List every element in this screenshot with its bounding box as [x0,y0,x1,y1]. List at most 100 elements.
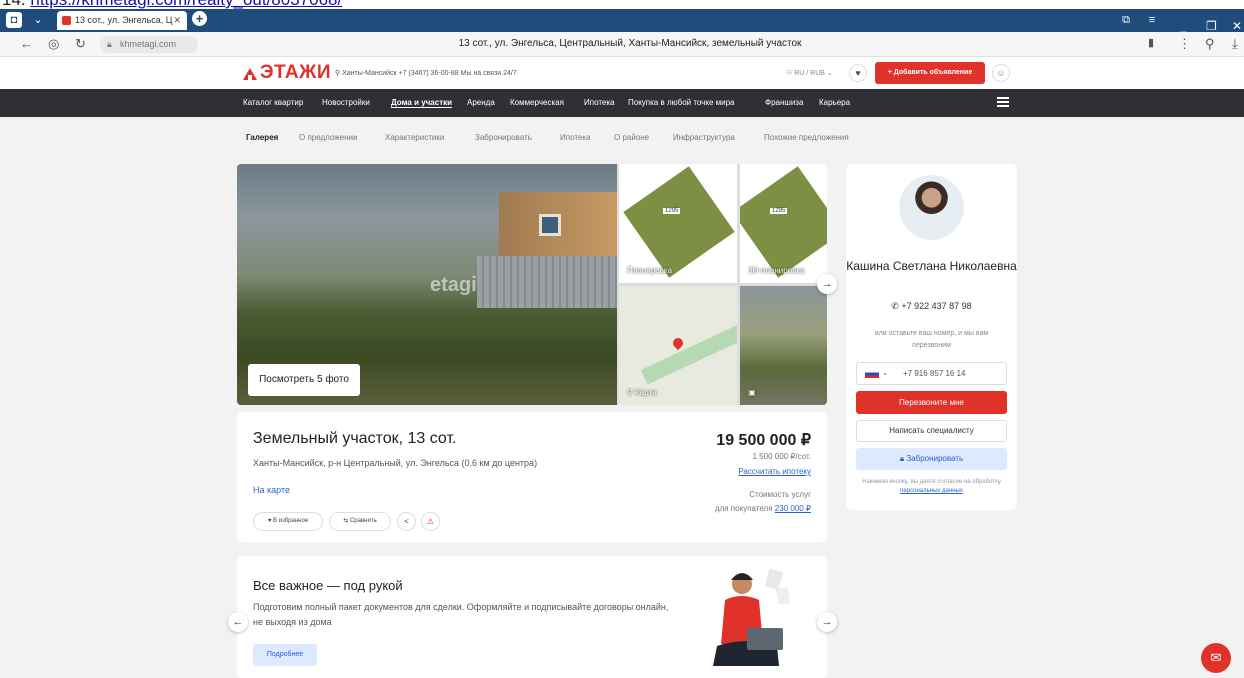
url-input[interactable]: 🔒︎ khmetagi.com [100,36,198,53]
browser-tab[interactable]: 13 сот., ул. Энгельса, Ц ✕ [57,11,187,30]
write-specialist-button[interactable]: Написать специалисту [856,420,1007,442]
promo-card: Все важное — под рукой Подготовим полный… [237,556,827,678]
logo-text[interactable]: ЭТАЖИ [260,62,331,84]
subnav-district[interactable]: О районе [614,133,649,142]
nav-franchise[interactable]: Франшиза [765,98,803,107]
collections-icon[interactable]: ⧉ [1118,12,1134,28]
subnav-about[interactable]: О предложении [299,133,357,142]
new-tab-button[interactable]: + [192,11,207,26]
more-icon[interactable]: ⋮ [1178,36,1191,52]
back-icon[interactable]: ← [20,36,33,51]
promo-more-button[interactable]: Подробнее [253,644,317,666]
listing-address: Ханты-Мансийск, р-н Центральный, ул. Энг… [253,458,538,468]
photo-gallery: etagi Посмотреть 5 фото 1295 Планировка … [237,164,827,405]
profile-icon[interactable]: ◘ [6,12,22,28]
person-laptop-illustration [713,568,791,666]
promo-next-button[interactable]: → [817,612,837,632]
phone-input[interactable]: ⌄ +7 916 857 16 14 [856,362,1007,385]
subnav-similar[interactable]: Похожие предложения [764,133,849,142]
promo-prev-button[interactable]: ← [228,612,248,632]
nav-career[interactable]: Карьера [819,98,850,107]
section-nav: Галерея О предложении Характеристики Заб… [0,117,1244,159]
favorite-button[interactable]: ♥ В избранное [253,512,323,531]
header-contacts: ⚲ Ханты-Мансийск +7 (3467) 36-00-88 Мы н… [335,70,517,77]
nav-houses[interactable]: Дома и участки [391,98,453,108]
service-cost-label: Стоимость услуг [749,490,811,499]
promo-title: Все важное — под рукой [253,578,403,593]
plot-shape [740,166,827,278]
chat-icon[interactable]: ✉ [1201,643,1231,673]
bookmark-icon[interactable]: ▮ [1148,36,1154,49]
plot-shape [623,166,735,278]
menu-icon[interactable]: ≡ [1144,12,1160,28]
book-button[interactable]: 🔒︎ Забронировать [856,448,1007,470]
photo-icon: ▣ [748,388,756,397]
thumb-map-label: ⚲ Карта [627,388,657,397]
nav-rent[interactable]: Аренда [467,98,495,107]
subnav-infrastructure[interactable]: Инфраструктура [673,133,735,142]
compare-button[interactable]: ⇆ Сравнить [329,512,391,531]
nav-worldwide[interactable]: Покупка в любой точке мира [628,98,734,107]
logo-icon[interactable] [243,66,257,80]
service-cost-value[interactable]: 230 000 ₽ [775,504,811,513]
extensions-icon[interactable]: ⚲ [1205,36,1215,52]
share-icon[interactable]: < [397,512,416,531]
nav-mortgage[interactable]: Ипотека [584,98,615,107]
close-window-icon[interactable]: ✕ [1232,19,1242,33]
nav-new-buildings[interactable]: Новостройки [322,98,370,107]
page-title: 13 сот., ул. Энгельса, Центральный, Хант… [458,38,802,49]
price: 19 500 000 ₽ [716,432,811,449]
mortgage-calc-link[interactable]: Рассчитать ипотеку [738,467,811,476]
thumb-3d-floorplan[interactable]: 1295 3D-планировка [740,164,827,283]
caption-link[interactable]: https://khmetagi.com/realty_out/8037068/ [30,0,342,9]
personal-data-link[interactable]: персональных данных [900,488,963,494]
minimize-icon[interactable]: _ [1180,19,1187,33]
lock-icon: 🔒︎ [107,39,112,49]
report-icon[interactable]: ⚠ [421,512,440,531]
site-info-icon[interactable]: ◎ [48,36,59,52]
thumb-photo[interactable]: ▣ [740,286,827,405]
subnav-specs[interactable]: Характеристики [385,133,444,142]
price-per-sotka: 1 500 000 ₽/сот. [752,452,812,461]
legal-notice: Нажимая кнопку, вы даете согласие на обр… [862,479,1001,494]
map-area [640,323,737,385]
agent-card: Кашина Светлана Николаевна ✆ +7 922 437 … [846,164,1017,510]
chevron-down-icon[interactable]: ⌄ [882,363,888,384]
favorites-heart-icon[interactable]: ♥ [849,64,867,82]
lang-currency-select[interactable]: ☉ RU / RUB ⌄ [786,69,833,77]
restore-icon[interactable]: ❐ [1206,19,1217,33]
tab-list-icon[interactable]: ⌄ [30,12,46,28]
site-favicon-icon [62,16,71,25]
thumb-3d-label: 3D-планировка [748,266,805,275]
reload-icon[interactable]: ↻ [75,36,86,52]
thumb-map[interactable]: ⚲ Карта [619,286,737,405]
user-icon[interactable]: ☺ [992,64,1010,82]
call-me-button[interactable]: Перезвоните мне [856,391,1007,414]
tab-title: 13 сот., ул. Энгельса, Ц [75,15,173,25]
caption-text: 14. https://khmetagi.com/realty_out/8037… [2,0,342,9]
russia-flag-icon[interactable] [865,370,879,378]
tab-close-icon[interactable]: ✕ [173,11,181,30]
gallery-next-button[interactable]: → [817,274,837,294]
subnav-mortgage[interactable]: Ипотека [560,133,591,142]
on-map-link[interactable]: На карте [253,485,290,495]
nav-catalog[interactable]: Каталог квартир [243,98,303,107]
subnav-book[interactable]: Забронировать [475,133,532,142]
pin-outline-icon: ⚲ [627,388,636,397]
view-photos-button[interactable]: Посмотреть 5 фото [248,364,360,396]
caption-bar: 14. https://khmetagi.com/realty_out/8037… [0,0,1244,9]
main-nav: Каталог квартир Новостройки Дома и участ… [0,89,1244,117]
address-bar: ← ◎ ↻ 🔒︎ khmetagi.com 13 сот., ул. Энгель… [0,32,1244,57]
callback-hint: или оставьте ваш номер, и мы вам перезво… [874,330,989,349]
thumb-floorplan[interactable]: 1295 Планировка [619,164,737,283]
subnav-gallery[interactable]: Галерея [246,133,278,142]
agent-name: Кашина Светлана Николаевна [846,259,1017,273]
agent-phone[interactable]: ✆ +7 922 437 87 98 [846,301,1017,312]
add-listing-button[interactable]: + Добавить объявление [875,62,985,84]
download-icon[interactable]: ⤓ [1232,36,1238,52]
nav-commercial[interactable]: Коммерческая [510,98,564,107]
thumb-floorplan-label: Планировка [627,266,673,275]
main-photo[interactable]: etagi Посмотреть 5 фото [237,164,617,405]
burger-menu-icon[interactable] [997,97,1009,107]
listing-title: Земельный участок, 13 сот. [253,430,457,447]
